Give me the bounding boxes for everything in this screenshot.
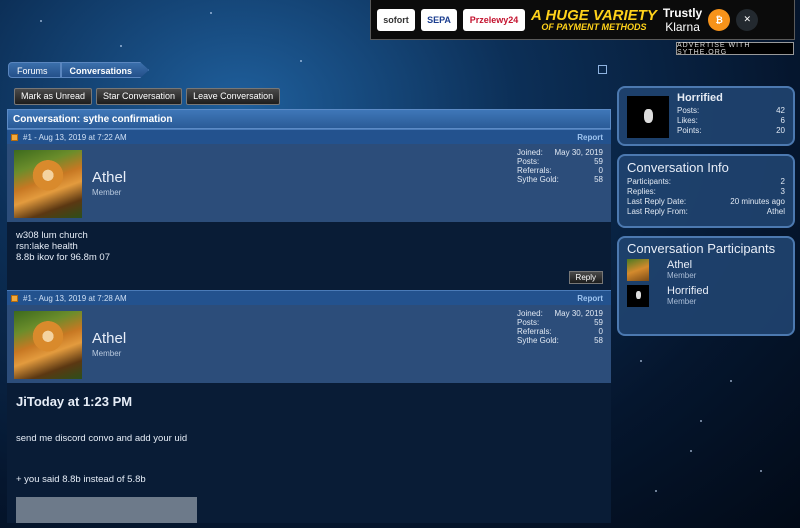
profile-stat-label: Points: (677, 126, 702, 135)
horrified-avatar[interactable] (627, 96, 669, 138)
info-value: 3 (780, 187, 785, 196)
info-label: Participants: (627, 177, 672, 186)
breadcrumb-conversations[interactable]: Conversations (60, 62, 150, 78)
message-line: 8.8b ikov for 96.8m 07 (16, 252, 110, 263)
profile-stat-label: Likes: (677, 116, 698, 125)
message-body: JiToday at 1:23 PM send me discord convo… (7, 383, 611, 523)
message-line: rsn:lake health (16, 241, 78, 252)
message-line: + you said 8.8b instead of 5.8b (16, 474, 146, 485)
profile-stat-value: 20 (776, 126, 785, 135)
message-user-panel: Athel Member Joined: May 30, 2019 Posts: 5… (7, 305, 611, 383)
conversation-actions: Mark as Unread Star Conversation Leave C… (14, 88, 281, 105)
message-heading: JiToday at 1:23 PM (16, 394, 133, 409)
conversation-title: Conversation: sythe confirmation (7, 109, 611, 129)
stat-label: Referrals: (517, 327, 552, 336)
bitcoin-icon: ₿ (708, 8, 731, 31)
tiger-avatar[interactable] (14, 311, 82, 379)
tiger-avatar[interactable] (14, 150, 82, 218)
profile-stat-value: 42 (776, 106, 785, 115)
stat-label: Referrals: (517, 166, 552, 175)
stat-value: 59 (594, 157, 603, 166)
reply-button[interactable]: Reply (568, 271, 603, 284)
participant-role: Member (667, 271, 697, 280)
conversation-main: Conversation: sythe confirmation #1 - Au… (7, 109, 611, 523)
stat-value: 0 (598, 166, 603, 175)
sidebar-profile-box: Horrified Posts: 42 Likes: 6 Points: 20 (617, 86, 795, 146)
username[interactable]: Athel (92, 330, 126, 347)
breadcrumb-forums[interactable]: Forums (8, 62, 61, 78)
info-value: 2 (780, 177, 785, 186)
ripple-icon: ✕ (736, 8, 759, 31)
sepa-logo: SEPA (421, 8, 457, 31)
participant-item[interactable]: Horrified Member (627, 285, 785, 307)
star-conversation-button[interactable]: Star Conversation (96, 88, 183, 105)
conversation-info-title: Conversation Info (627, 160, 729, 175)
profile-stat-label: Posts: (677, 106, 700, 115)
participant-name[interactable]: Horrified (667, 286, 709, 297)
message-header: #1 - Aug 13, 2019 at 7:22 AM Report (7, 129, 611, 144)
breadcrumb: Forums Conversations (8, 62, 150, 78)
stat-label: Sythe Gold: (517, 336, 559, 345)
user-stats: Joined: May 30, 2019 Posts: 59 Referrals: 0… (517, 148, 603, 184)
payment-ad-banner[interactable]: sofort SEPA Przelewy24 A HUGE VARIETY OF… (370, 0, 795, 40)
leave-conversation-button[interactable]: Leave Conversation (186, 88, 281, 105)
advertise-link[interactable]: Advertise with sythe.org (676, 42, 794, 56)
stat-value: 0 (598, 327, 603, 336)
report-link[interactable]: Report (577, 294, 603, 303)
trustly-logo: Trustly (662, 5, 703, 20)
username[interactable]: Athel (92, 169, 126, 186)
embedded-image[interactable] (16, 497, 197, 523)
stat-value: 59 (594, 318, 603, 327)
info-label: Last Reply From: (627, 207, 688, 216)
info-value: 20 minutes ago (730, 197, 785, 206)
stat-label: Sythe Gold: (517, 175, 559, 184)
message-icon (11, 133, 18, 141)
user-role: Member (92, 349, 122, 358)
stat-label: Joined: (517, 309, 543, 318)
profile-stat-value: 6 (780, 116, 785, 125)
message-header: #1 - Aug 13, 2019 at 7:28 AM Report (7, 290, 611, 305)
participant-name[interactable]: Athel (667, 260, 696, 271)
stat-value: 58 (594, 336, 603, 345)
stat-value: 58 (594, 175, 603, 184)
expand-icon[interactable] (598, 65, 607, 74)
stat-value: May 30, 2019 (554, 309, 603, 318)
message-permalink[interactable]: #1 - Aug 13, 2019 at 7:22 AM (23, 133, 127, 142)
info-label: Replies: (627, 187, 656, 196)
info-label: Last Reply Date: (627, 197, 687, 206)
message-icon (11, 294, 18, 302)
ad-headline-text: A HUGE VARIETY (531, 6, 657, 24)
ad-brand-stack: Trustly Klarna (663, 6, 702, 34)
sidebar-conversation-info: Conversation Info Participants: 2 Replies… (617, 154, 795, 228)
sofort-logo: sofort (377, 8, 415, 31)
stat-value: May 30, 2019 (554, 148, 603, 157)
user-stats: Joined: May 30, 2019 Posts: 59 Referrals: 0… (517, 309, 603, 345)
stat-label: Joined: (517, 148, 543, 157)
user-role: Member (92, 188, 122, 197)
klarna-logo: Klarna (665, 19, 700, 34)
participant-avatar[interactable] (627, 285, 649, 307)
participant-avatar[interactable] (627, 259, 649, 281)
przelewy-logo: Przelewy24 (463, 8, 525, 31)
stat-label: Posts: (517, 157, 540, 166)
message-user-panel: Athel Member Joined: May 30, 2019 Posts: 5… (7, 144, 611, 222)
message-body: w308 lum church rsn:lake health 8.8b iko… (7, 222, 611, 290)
report-link[interactable]: Report (577, 133, 603, 142)
sidebar-participants: Conversation Participants Athel Member H… (617, 236, 795, 336)
message-line: send me discord convo and add your uid (16, 433, 188, 444)
participant-item[interactable]: Athel Member (627, 259, 785, 281)
participants-title: Conversation Participants (627, 241, 776, 256)
ad-subline-text: OF PAYMENT METHODS (541, 21, 647, 32)
info-value[interactable]: Athel (767, 207, 785, 217)
mark-unread-button[interactable]: Mark as Unread (14, 88, 93, 105)
participant-role: Member (667, 297, 697, 306)
message-permalink[interactable]: #1 - Aug 13, 2019 at 7:28 AM (23, 294, 127, 303)
stat-label: Posts: (517, 318, 540, 327)
ad-headline: A HUGE VARIETY OF PAYMENT METHODS (531, 8, 657, 32)
profile-name[interactable]: Horrified (677, 92, 785, 104)
message-line: w308 lum church (16, 230, 88, 241)
